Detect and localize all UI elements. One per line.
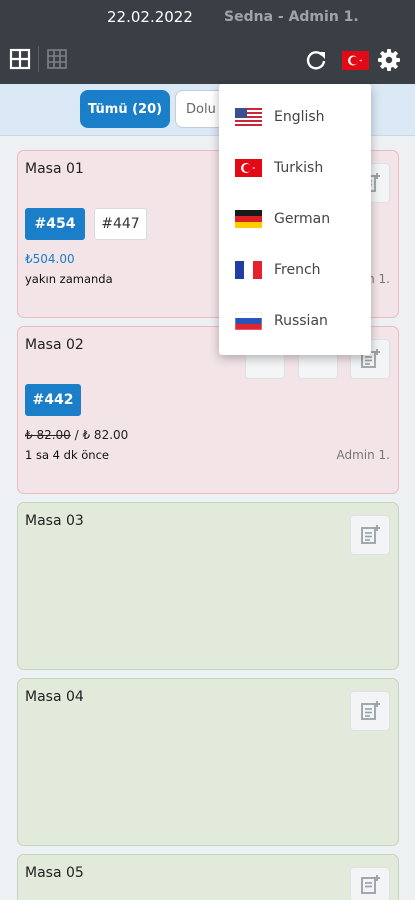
filter-all-button[interactable]: Tümü (20) bbox=[80, 90, 170, 128]
new-order-button[interactable] bbox=[350, 515, 390, 555]
table-card[interactable]: Masa 05 bbox=[17, 854, 399, 900]
us-flag-icon bbox=[235, 107, 262, 126]
price-separator: / bbox=[70, 428, 83, 442]
turkey-flag-icon[interactable] bbox=[342, 51, 369, 70]
table-price: ₺ 82.00 / ₺ 82.00 bbox=[25, 428, 128, 442]
language-option-english[interactable]: English bbox=[219, 91, 371, 142]
order-chip[interactable]: #454 bbox=[25, 208, 85, 240]
language-label: English bbox=[274, 108, 325, 125]
table-admin: Admin 1. bbox=[336, 448, 390, 462]
note-add-icon bbox=[361, 525, 380, 544]
language-option-german[interactable]: German bbox=[219, 193, 371, 244]
grid-small-icon[interactable] bbox=[46, 48, 68, 70]
gear-icon[interactable] bbox=[377, 48, 401, 72]
note-add-icon bbox=[361, 701, 380, 720]
table-card[interactable]: Masa 03 bbox=[17, 502, 399, 670]
note-add-icon bbox=[361, 874, 380, 894]
language-label: German bbox=[274, 210, 331, 227]
language-option-french[interactable]: French bbox=[219, 244, 371, 295]
language-option-russian[interactable]: Russian bbox=[219, 295, 371, 346]
new-price: ₺ 82.00 bbox=[82, 428, 129, 442]
table-time: yakın zamanda bbox=[25, 272, 113, 286]
new-order-button[interactable] bbox=[350, 691, 390, 731]
table-card[interactable]: Masa 04 bbox=[17, 678, 399, 846]
table-name: Masa 02 bbox=[25, 337, 84, 353]
table-name: Masa 01 bbox=[25, 161, 84, 177]
refresh-icon[interactable] bbox=[305, 49, 327, 71]
turkey-flag-icon bbox=[235, 158, 262, 177]
language-menu: English Turkish German French Russian bbox=[219, 84, 371, 355]
language-label: Russian bbox=[274, 312, 328, 329]
old-price: ₺ 82.00 bbox=[25, 428, 71, 442]
new-order-button[interactable] bbox=[350, 867, 390, 900]
table-price: ₺504.00 bbox=[25, 252, 75, 266]
table-time: 1 sa 4 dk önce bbox=[25, 448, 109, 462]
russia-flag-icon bbox=[235, 311, 262, 330]
order-chip[interactable]: #447 bbox=[94, 208, 147, 240]
toolbar-divider bbox=[38, 46, 39, 72]
top-bar: 22.02.2022 Sedna - Admin 1. bbox=[0, 0, 415, 84]
table-name: Masa 05 bbox=[25, 865, 84, 881]
language-label: Turkish bbox=[274, 159, 324, 176]
status-user: Sedna - Admin 1. bbox=[224, 9, 359, 25]
language-label: French bbox=[274, 261, 321, 278]
status-date: 22.02.2022 bbox=[107, 8, 193, 26]
language-option-turkish[interactable]: Turkish bbox=[219, 142, 371, 193]
order-chip[interactable]: #442 bbox=[25, 384, 81, 416]
germany-flag-icon bbox=[235, 209, 262, 228]
france-flag-icon bbox=[235, 260, 262, 279]
grid-large-icon[interactable] bbox=[9, 48, 31, 70]
table-name: Masa 03 bbox=[25, 513, 84, 529]
table-name: Masa 04 bbox=[25, 689, 84, 705]
